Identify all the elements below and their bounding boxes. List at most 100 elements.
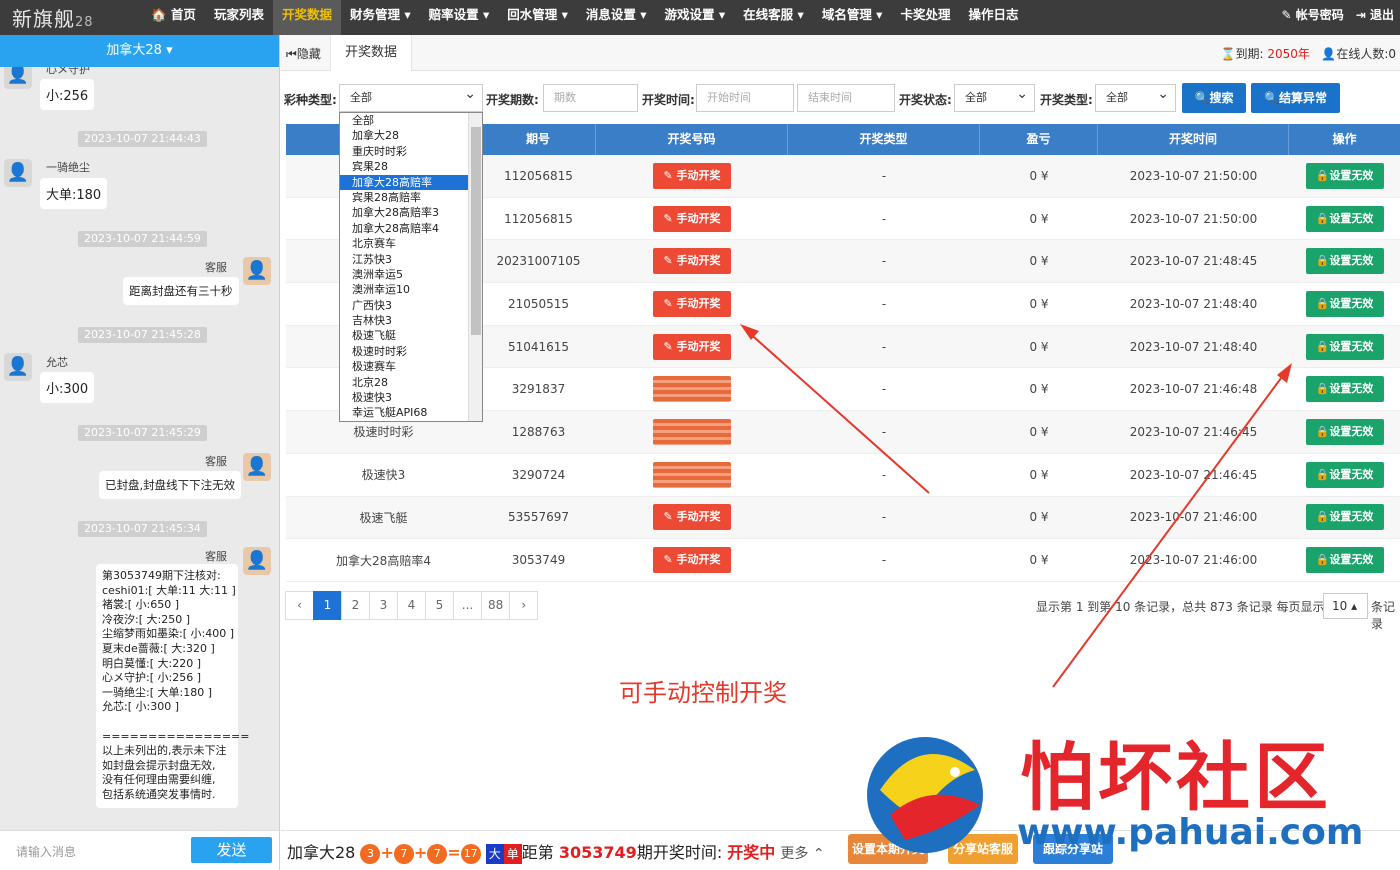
nav-finance[interactable]: 财务管理 ▾ bbox=[341, 0, 420, 35]
cell-kind: - bbox=[881, 510, 887, 525]
account-password-link[interactable]: ✎ 帐号密码 bbox=[1281, 0, 1343, 30]
end-time-input[interactable]: 结束时间 bbox=[797, 84, 895, 112]
dropdown-option[interactable]: 加拿大28 bbox=[340, 128, 482, 143]
page-button[interactable]: 88 bbox=[481, 591, 511, 620]
dropdown-option[interactable]: 江苏快3 bbox=[340, 252, 482, 267]
lottery-type-dropdown[interactable]: 全部 加拿大28 重庆时时彩 宾果28 加拿大28高赔率 宾果28高赔率 加拿大28高赔率3… bbox=[339, 112, 483, 422]
manual-draw-button[interactable]: ✎ 手动开奖 bbox=[653, 205, 731, 232]
cell-profit: 0 ¥ bbox=[1029, 296, 1049, 311]
page-size-select[interactable]: 10 ▴ bbox=[1323, 593, 1368, 619]
nav-lottery-data[interactable]: 开奖数据 bbox=[272, 0, 341, 35]
dropdown-option[interactable]: 北京28 bbox=[340, 375, 482, 390]
message-line: 心メ守护:[ 小:256 ] bbox=[102, 671, 201, 685]
set-invalid-button[interactable]: 🔒设置无效 bbox=[1305, 205, 1384, 232]
set-invalid-button[interactable]: 🔒设置无效 bbox=[1305, 461, 1384, 488]
dropdown-option[interactable]: 加拿大28高赔率 bbox=[340, 174, 482, 190]
draw-kind-select[interactable]: 全部 bbox=[1095, 81, 1176, 112]
manual-draw-button[interactable]: ✎ 手动开奖 bbox=[653, 418, 731, 445]
dropdown-option[interactable]: 极速快3 bbox=[340, 390, 482, 405]
manual-draw-button[interactable]: ✎ 手动开奖 bbox=[653, 504, 731, 531]
manual-draw-button[interactable]: ✎ 手动开奖 bbox=[653, 547, 731, 574]
set-invalid-button[interactable]: 🔒设置无效 bbox=[1305, 504, 1384, 531]
type-label: 彩种类型: bbox=[284, 93, 337, 107]
dropdown-option[interactable]: 全部 bbox=[340, 113, 482, 128]
message-line: 包括系统通突发事情时. bbox=[102, 787, 216, 801]
dropdown-option[interactable]: 重庆时时彩 bbox=[340, 144, 482, 159]
search-button[interactable]: 🔍搜索 bbox=[1182, 83, 1246, 113]
nav-logs[interactable]: 操作日志 bbox=[959, 0, 1027, 35]
dropdown-scrollbar[interactable] bbox=[468, 113, 482, 421]
nav-messages[interactable]: 消息设置 ▾ bbox=[577, 0, 656, 35]
manual-draw-button[interactable]: ✎ 手动开奖 bbox=[653, 333, 731, 360]
dropdown-option[interactable]: 吉林快3 bbox=[340, 313, 482, 328]
logout-link[interactable]: ⇥ 退出 bbox=[1356, 0, 1394, 30]
edit-icon: ✎ bbox=[663, 254, 673, 268]
main-nav: 🏠 首页 玩家列表 开奖数据 财务管理 ▾ 赔率设置 ▾ 回水管理 ▾ 消息设置… bbox=[142, 0, 1027, 35]
set-invalid-button[interactable]: 🔒设置无效 bbox=[1305, 333, 1384, 360]
manual-draw-button[interactable]: ✎ 手动开奖 bbox=[653, 290, 731, 317]
dropdown-option[interactable]: 宾果28 bbox=[340, 159, 482, 174]
manual-draw-button[interactable]: ✎ 手动开奖 bbox=[653, 162, 731, 189]
chat-messages[interactable]: 👤 心メ守护 小:256 2023-10-07 21:44:43 👤 一骑绝尘 … bbox=[0, 67, 279, 827]
chat-game-selector[interactable]: 加拿大28 ▾ bbox=[0, 35, 279, 67]
nav-odds[interactable]: 赔率设置 ▾ bbox=[420, 0, 499, 35]
lottery-type-select[interactable]: 全部 bbox=[339, 81, 483, 112]
period-input[interactable]: 期数 bbox=[543, 84, 638, 112]
manual-draw-button[interactable]: ✎ 手动开奖 bbox=[653, 248, 731, 275]
nav-players[interactable]: 玩家列表 bbox=[205, 0, 273, 35]
hide-sidebar-button[interactable]: ⏮隐藏 bbox=[286, 45, 321, 62]
dropdown-option[interactable]: 加拿大28高赔率4 bbox=[340, 221, 482, 236]
set-invalid-button[interactable]: 🔒设置无效 bbox=[1305, 162, 1384, 189]
dropdown-option[interactable]: 幸运飞艇API68 bbox=[340, 405, 482, 420]
dropdown-option[interactable]: 极速时时彩 bbox=[340, 344, 482, 359]
service-avatar: 👤 bbox=[243, 257, 271, 285]
tab-lottery-data[interactable]: 开奖数据 bbox=[330, 35, 412, 71]
page-button[interactable]: ‹ bbox=[285, 591, 314, 620]
chat-timestamp: 2023-10-07 21:44:59 bbox=[78, 231, 207, 247]
send-button[interactable]: 发送 bbox=[191, 837, 272, 863]
manual-draw-button[interactable]: ✎ 手动开奖 bbox=[653, 461, 731, 488]
set-invalid-button[interactable]: 🔒设置无效 bbox=[1305, 376, 1384, 403]
set-invalid-button[interactable]: 🔒设置无效 bbox=[1305, 290, 1384, 317]
nav-rebate[interactable]: 回水管理 ▾ bbox=[498, 0, 577, 35]
edit-icon: ✎ bbox=[663, 339, 673, 353]
message-line: 夏末de蔷薇:[ 大:320 ] bbox=[102, 641, 215, 655]
dropdown-option[interactable]: 极速飞艇 bbox=[340, 328, 482, 343]
start-time-input[interactable]: 开始时间 bbox=[696, 84, 794, 112]
page-button[interactable]: 4 bbox=[397, 591, 426, 620]
page-button[interactable]: 5 bbox=[425, 591, 454, 620]
settle-exception-button[interactable]: 🔍结算异常 bbox=[1251, 83, 1340, 113]
dropdown-option[interactable]: 广西快3 bbox=[340, 298, 482, 313]
dropdown-option[interactable]: 澳洲幸运5 bbox=[340, 267, 482, 282]
page-button[interactable]: 2 bbox=[341, 591, 370, 620]
set-invalid-button[interactable]: 🔒设置无效 bbox=[1305, 248, 1384, 275]
brand-logo[interactable]: 新旗舰28 bbox=[12, 3, 94, 32]
dropdown-option[interactable]: 极速赛车 bbox=[340, 359, 482, 374]
cell-period: 1288763 bbox=[511, 424, 566, 439]
message-line: 以上未列出的,表示未下注 bbox=[102, 744, 227, 758]
more-link[interactable]: 更多 ⌃ bbox=[780, 846, 824, 862]
page-button[interactable]: 3 bbox=[369, 591, 398, 620]
message-line: 褚裳:[ 小:650 ] bbox=[102, 598, 179, 612]
dropdown-option[interactable]: 加拿大28高赔率3 bbox=[340, 205, 482, 220]
draw-state-select[interactable]: 全部 bbox=[954, 81, 1035, 112]
nav-online-service[interactable]: 在线客服 ▾ bbox=[734, 0, 813, 35]
chat-sender: 客服 bbox=[205, 550, 227, 563]
chat-input[interactable]: 请输入消息 bbox=[16, 843, 76, 860]
nav-stuck-draw[interactable]: 卡奖处理 bbox=[891, 0, 959, 35]
set-invalid-button[interactable]: 🔒设置无效 bbox=[1305, 418, 1384, 445]
set-invalid-button[interactable]: 🔒设置无效 bbox=[1305, 547, 1384, 574]
page-button[interactable]: 1 bbox=[313, 591, 342, 620]
page-button[interactable]: › bbox=[509, 591, 539, 620]
nav-game-settings[interactable]: 游戏设置 ▾ bbox=[656, 0, 735, 35]
lock-icon: 🔒 bbox=[1315, 382, 1330, 396]
dropdown-option[interactable]: 北京赛车 bbox=[340, 236, 482, 251]
dropdown-option[interactable]: 澳洲幸运10 bbox=[340, 282, 482, 297]
nav-domains[interactable]: 域名管理 ▾ bbox=[813, 0, 892, 35]
manual-draw-button[interactable]: ✎ 手动开奖 bbox=[653, 376, 731, 403]
page-button[interactable]: ... bbox=[453, 591, 482, 620]
dropdown-option[interactable]: 宾果28高赔率 bbox=[340, 190, 482, 205]
nav-home[interactable]: 🏠 首页 bbox=[142, 0, 205, 35]
cell-actions: 🔒设置无效 bbox=[1289, 333, 1400, 360]
search-icon: 🔍 bbox=[1194, 91, 1210, 105]
